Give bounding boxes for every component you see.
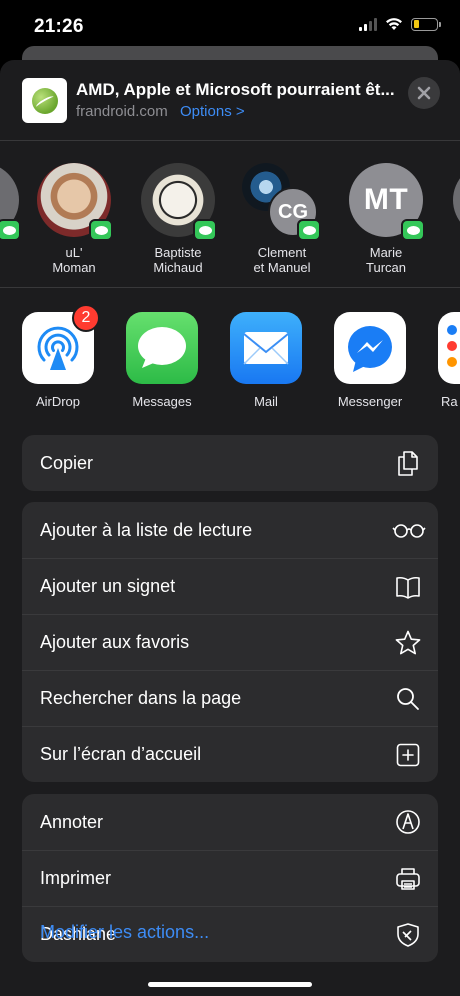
notification-badge: 2: [72, 304, 100, 332]
star-icon: [395, 630, 421, 655]
app-label: AirDrop: [35, 394, 81, 409]
printer-icon: [396, 868, 420, 890]
person-ul-moman[interactable]: uL' Moman: [24, 163, 124, 275]
share-apps: 2 AirDrop Messages Mail Messenger Ra: [0, 289, 460, 417]
action-bookmark[interactable]: Ajouter un signet: [22, 558, 438, 614]
action-label: Rechercher dans la page: [40, 688, 242, 708]
share-domain: frandroid.com: [76, 103, 168, 120]
status-bar: 21:26: [0, 0, 460, 52]
battery-icon: [411, 17, 441, 31]
action-reading-list[interactable]: Ajouter à la liste de lecture: [22, 502, 438, 558]
avatar: MT: [349, 163, 425, 241]
action-markup[interactable]: Annoter: [22, 794, 438, 850]
action-group-copy: Copier: [22, 435, 438, 491]
messages-badge-icon: [193, 219, 217, 241]
action-label: Ajouter aux favoris: [40, 632, 190, 652]
share-title: AMD, Apple et Microsoft pourraient êt...: [76, 80, 395, 99]
markup-icon: [396, 810, 420, 834]
cellular-signal-icon: [359, 17, 377, 31]
action-label: Imprimer: [40, 868, 111, 888]
app-label: Messages: [132, 394, 192, 409]
mail-icon: [230, 312, 302, 384]
site-favicon: [22, 78, 67, 123]
person-name: uL' Moman: [52, 245, 96, 275]
people-suggestions: uL' Moman Baptiste Michaud CG Clement et…: [0, 142, 460, 288]
glasses-icon: [392, 524, 426, 538]
action-find-in-page[interactable]: Rechercher dans la page: [22, 670, 438, 726]
action-label: Sur l’écran d’accueil: [40, 744, 202, 764]
status-icons: [359, 17, 441, 31]
messages-badge-icon: [89, 219, 113, 241]
app-airdrop[interactable]: 2 AirDrop: [13, 304, 103, 409]
action-label: Copier: [40, 452, 94, 473]
avatar: [0, 163, 21, 241]
airdrop-icon: 2: [22, 304, 100, 384]
add-square-icon: [396, 743, 420, 767]
share-header: AMD, Apple et Microsoft pourraient êt...…: [0, 60, 460, 141]
messages-badge-icon: [297, 219, 321, 241]
close-icon: [417, 86, 431, 100]
group-avatar: CG: [242, 163, 321, 241]
action-label: Annoter: [40, 811, 104, 832]
action-label: Ajouter à la liste de lecture: [40, 519, 253, 540]
person-partial-right[interactable]: [440, 163, 460, 237]
app-reminders[interactable]: Ra: [429, 312, 460, 409]
status-time: 21:26: [34, 16, 84, 37]
app-messages[interactable]: Messages: [117, 312, 207, 409]
person-baptiste-michaud[interactable]: Baptiste Michaud: [128, 163, 228, 275]
messages-badge-icon: [0, 219, 21, 241]
messenger-icon: [334, 312, 406, 384]
book-icon: [396, 576, 420, 599]
close-button[interactable]: [408, 77, 440, 109]
person-name: Clement et Manuel: [253, 245, 311, 275]
avatar: [453, 163, 460, 237]
home-indicator[interactable]: [148, 982, 312, 987]
search-icon: [397, 688, 419, 710]
action-group-main: Ajouter à la liste de lecture Ajouter un…: [22, 502, 438, 782]
avatar: [37, 163, 113, 241]
avatar: [141, 163, 217, 241]
action-label: Ajouter un signet: [40, 576, 176, 596]
options-link[interactable]: Options >: [180, 103, 245, 120]
action-home-screen[interactable]: Sur l’écran d’accueil: [22, 726, 438, 782]
app-label: Messenger: [337, 394, 403, 409]
person-clement-et-manuel[interactable]: CG Clement et Manuel: [232, 163, 332, 275]
app-mail[interactable]: Mail: [221, 312, 311, 409]
reminders-icon: [438, 312, 460, 384]
person-name: Baptiste Michaud: [153, 245, 203, 275]
share-sheet: AMD, Apple et Microsoft pourraient êt...…: [0, 60, 460, 996]
app-label: Mail: [254, 394, 278, 409]
app-messenger[interactable]: Messenger: [325, 312, 415, 409]
edit-actions-link[interactable]: Modifier les actions...: [40, 922, 209, 943]
copy-icon: [398, 451, 418, 476]
wifi-icon: [386, 18, 402, 30]
action-favorites[interactable]: Ajouter aux favoris: [22, 614, 438, 670]
person-name: Marie Turcan: [366, 245, 406, 275]
action-copy[interactable]: Copier: [22, 435, 438, 491]
action-print[interactable]: Imprimer: [22, 850, 438, 906]
dashlane-shield-icon: [397, 923, 419, 947]
messages-badge-icon: [401, 219, 425, 241]
person-marie-turcan[interactable]: MT Marie Turcan: [336, 163, 436, 275]
messages-icon: [126, 312, 198, 384]
app-label: Ra: [441, 394, 458, 409]
